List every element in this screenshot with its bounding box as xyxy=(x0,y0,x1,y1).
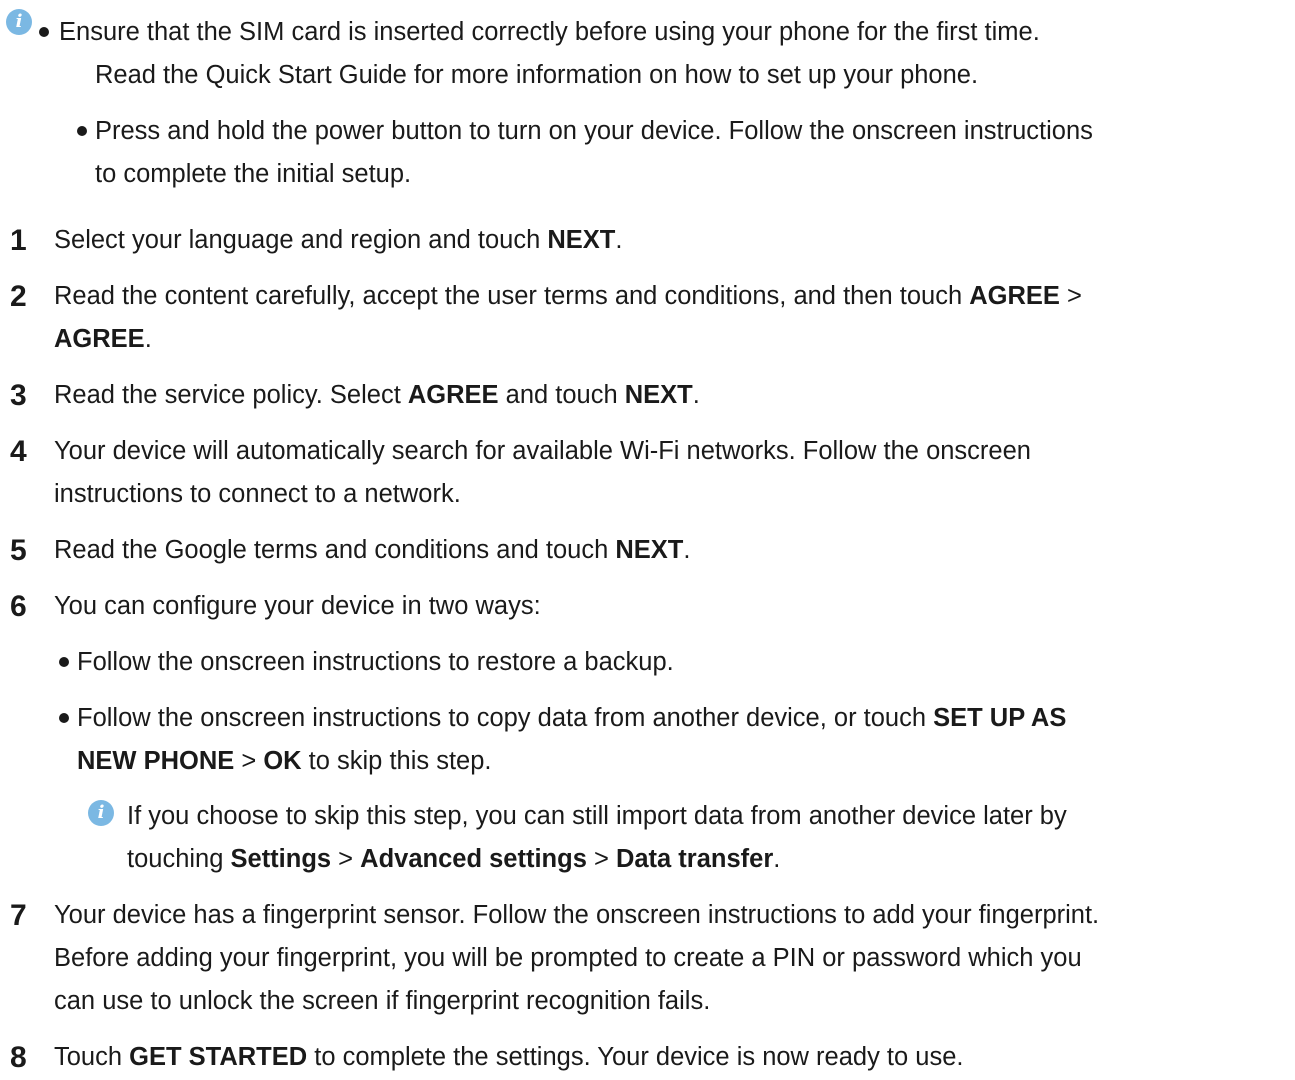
step-text: can use to unlock the screen if fingerpr… xyxy=(54,987,711,1015)
step-text: Touch GET STARTED to complete the settin… xyxy=(54,1043,964,1071)
info-icon: i xyxy=(6,9,32,35)
step-text: Before adding your fingerprint, you will… xyxy=(54,944,1082,972)
sub-bullet-text: NEW PHONE > OK to skip this step. xyxy=(77,747,492,775)
step-number: 8 xyxy=(10,1041,27,1074)
step-text: Read the Google terms and conditions and… xyxy=(54,536,691,564)
note-text: to complete the initial setup. xyxy=(95,160,412,188)
sub-bullet-text: Follow the onscreen instructions to rest… xyxy=(77,648,674,676)
step-number: 7 xyxy=(10,899,27,932)
step-text: Select your language and region and touc… xyxy=(54,226,623,254)
note-text: If you choose to skip this step, you can… xyxy=(127,802,1067,830)
bullet-point xyxy=(77,126,87,136)
note-text: Ensure that the SIM card is inserted cor… xyxy=(59,18,1040,46)
bullet-point xyxy=(59,657,69,667)
note-text: touching Settings > Advanced settings > … xyxy=(127,845,781,873)
step-number: 6 xyxy=(10,590,27,623)
sub-bullet-text: Follow the onscreen instructions to copy… xyxy=(77,704,1067,732)
bullet-point xyxy=(59,713,69,723)
step-number: 4 xyxy=(10,435,27,468)
info-icon: i xyxy=(88,800,114,826)
step-text: Read the content carefully, accept the u… xyxy=(54,282,1082,310)
step-text: instructions to connect to a network. xyxy=(54,480,461,508)
step-number: 3 xyxy=(10,379,27,412)
step-number: 2 xyxy=(10,280,27,313)
bullet-point xyxy=(39,27,49,37)
step-number: 1 xyxy=(10,224,27,257)
note-text: Read the Quick Start Guide for more info… xyxy=(95,61,979,89)
step-number: 5 xyxy=(10,534,27,567)
step-text: Your device has a fingerprint sensor. Fo… xyxy=(54,901,1100,929)
step-text: You can configure your device in two way… xyxy=(54,592,541,620)
note-text: Press and hold the power button to turn … xyxy=(95,117,1093,145)
step-text: AGREE. xyxy=(54,325,152,353)
step-text: Your device will automatically search fo… xyxy=(54,437,1031,465)
step-text: Read the service policy. Select AGREE an… xyxy=(54,381,700,409)
